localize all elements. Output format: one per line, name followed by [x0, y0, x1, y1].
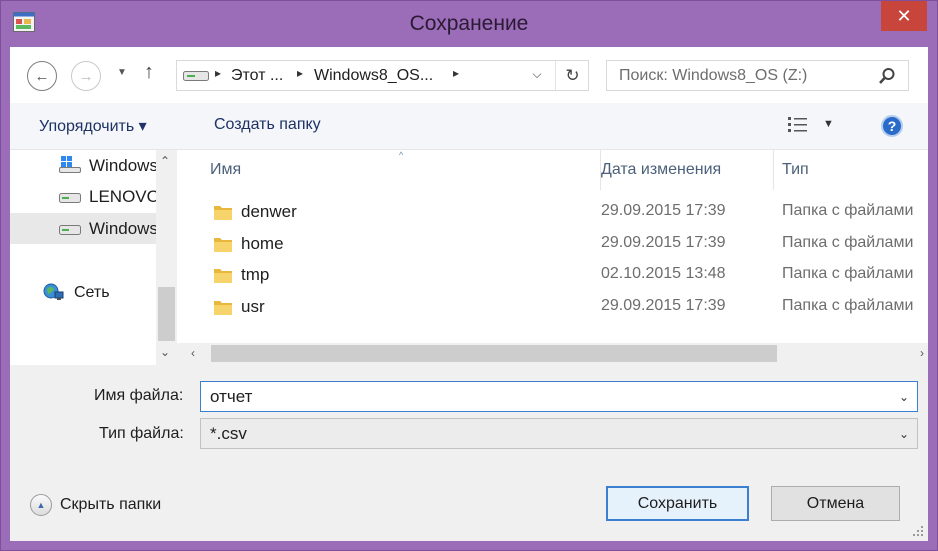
- file-row[interactable]: home 29.09.2015 17:39 Папка с файлами: [177, 229, 928, 260]
- column-header-type[interactable]: Тип: [774, 150, 928, 190]
- folder-icon: [214, 269, 232, 283]
- filetype-select[interactable]: *.csv ⌄: [200, 418, 918, 449]
- file-name: tmp: [241, 265, 270, 284]
- chevron-down-icon[interactable]: ⌄: [899, 390, 909, 404]
- forward-button[interactable]: →: [71, 61, 101, 91]
- file-name: usr: [241, 297, 265, 316]
- file-type: Папка с файлами: [782, 234, 914, 251]
- breadcrumb-drive[interactable]: Windows8_OS...: [314, 67, 433, 85]
- horizontal-scrollbar[interactable]: ‹ ›: [177, 343, 928, 365]
- search-input[interactable]: Поиск: Windows8_OS (Z:): [619, 67, 807, 85]
- file-name: home: [241, 234, 284, 253]
- nav-item-label: LENOVO: [89, 186, 156, 206]
- resize-grip-icon[interactable]: [912, 525, 924, 537]
- scroll-right-arrow[interactable]: ›: [920, 346, 924, 360]
- scroll-down-arrow[interactable]: ⌄: [160, 345, 170, 359]
- file-date: 29.09.2015 17:39: [601, 234, 726, 251]
- file-date: 29.09.2015 17:39: [601, 202, 726, 219]
- search-icon[interactable]: [878, 67, 896, 85]
- nav-item-network[interactable]: Сеть: [10, 277, 156, 308]
- drive-icon: [183, 71, 209, 81]
- address-bar[interactable]: ▸ Этот ... ▸ Windows8_OS... ▸ ⌵ ↻: [176, 60, 589, 91]
- save-button[interactable]: Сохранить: [606, 486, 749, 521]
- file-date: 02.10.2015 13:48: [601, 265, 726, 282]
- address-dropdown[interactable]: ⌵: [527, 67, 547, 82]
- folder-icon: [214, 206, 232, 220]
- save-form: Имя файла: отчет ⌄ Тип файла: *.csv ⌄ ▲ …: [10, 365, 928, 541]
- file-name: denwer: [241, 202, 297, 221]
- column-header-date[interactable]: Дата изменения: [593, 150, 774, 190]
- new-folder-button[interactable]: Создать папку: [214, 116, 321, 134]
- windows-drive-icon: [59, 156, 81, 173]
- search-box[interactable]: Поиск: Windows8_OS (Z:): [606, 60, 909, 91]
- navigation-bar: ← → ▼ ↑ ▸ Этот ... ▸ Windows8_OS... ▸ ⌵ …: [10, 47, 928, 103]
- filetype-value: *.csv: [210, 424, 247, 443]
- cancel-button[interactable]: Отмена: [771, 486, 900, 521]
- chevron-up-icon: ▲: [30, 494, 52, 516]
- dialog-title: Сохранение: [409, 12, 529, 35]
- command-toolbar: Упорядочить ▾ Создать папку ▼ ?: [10, 103, 928, 150]
- file-row[interactable]: denwer 29.09.2015 17:39 Папка с файлами: [177, 197, 928, 228]
- scroll-left-arrow[interactable]: ‹: [191, 346, 195, 360]
- filename-input[interactable]: отчет: [210, 387, 252, 407]
- network-icon: [43, 283, 64, 300]
- nav-item-label: Windows: [89, 218, 156, 238]
- organize-button[interactable]: Упорядочить ▾: [39, 116, 147, 136]
- file-row[interactable]: tmp 02.10.2015 13:48 Папка с файлами: [177, 260, 928, 291]
- chevron-down-icon[interactable]: ⌄: [899, 427, 909, 441]
- hide-folders-toggle[interactable]: ▲ Скрыть папки: [30, 494, 161, 516]
- nav-item-windows8-drive[interactable]: Windows: [10, 213, 156, 244]
- file-type: Папка с файлами: [782, 265, 914, 282]
- dialog-body: ← → ▼ ↑ ▸ Этот ... ▸ Windows8_OS... ▸ ⌵ …: [10, 47, 928, 541]
- breadcrumb-separator[interactable]: ▸: [215, 66, 221, 80]
- nav-item-label: Сеть: [74, 283, 110, 301]
- filename-field[interactable]: отчет ⌄: [200, 381, 918, 412]
- column-header-label: Тип: [782, 161, 809, 178]
- close-button[interactable]: ✕: [881, 1, 927, 31]
- back-button[interactable]: ←: [27, 61, 57, 91]
- nav-item-windows-drive[interactable]: Windows: [10, 150, 156, 181]
- view-options-icon[interactable]: [787, 115, 809, 135]
- recent-locations-dropdown[interactable]: ▼: [117, 67, 127, 78]
- folder-icon: [214, 238, 232, 252]
- file-type: Папка с файлами: [782, 297, 914, 314]
- filename-label: Имя файла:: [94, 387, 184, 404]
- nav-scrollbar[interactable]: ⌃ ⌄: [156, 150, 177, 365]
- breadcrumb-separator[interactable]: ▸: [297, 66, 303, 80]
- file-row[interactable]: usr 29.09.2015 17:39 Папка с файлами: [177, 292, 928, 323]
- scroll-thumb[interactable]: [211, 345, 777, 362]
- drive-icon: [59, 193, 81, 203]
- nav-item-lenovo-drive[interactable]: LENOVO: [10, 181, 156, 212]
- sort-arrow-icon: ^: [399, 150, 404, 160]
- column-header-label: Дата изменения: [601, 161, 722, 178]
- folder-icon: [214, 301, 232, 315]
- breadcrumb-this-pc[interactable]: Этот ...: [231, 67, 283, 85]
- file-list: Имя ^ Дата изменения Тип denwer 29.09.20…: [177, 150, 928, 365]
- hide-folders-label: Скрыть папки: [60, 496, 162, 513]
- title-bar[interactable]: Сохранение ✕: [1, 1, 937, 47]
- column-header-label: Имя: [210, 161, 242, 178]
- drive-icon: [59, 225, 81, 235]
- file-type: Папка с файлами: [782, 202, 914, 219]
- refresh-button[interactable]: ↻: [555, 61, 589, 90]
- view-dropdown[interactable]: ▼: [823, 118, 834, 130]
- file-date: 29.09.2015 17:39: [601, 297, 726, 314]
- scroll-thumb[interactable]: [158, 287, 175, 341]
- navigation-pane: Windows LENOVO Windows Сеть ⌃ ⌄: [10, 150, 177, 365]
- scroll-up-arrow[interactable]: ⌃: [160, 154, 170, 168]
- help-icon[interactable]: ?: [881, 115, 903, 137]
- save-dialog: Сохранение ✕ ← → ▼ ↑ ▸ Этот ... ▸ Window…: [0, 0, 938, 551]
- filetype-label: Тип файла:: [99, 425, 184, 442]
- breadcrumb-separator[interactable]: ▸: [453, 66, 459, 80]
- nav-item-label: Windows: [89, 155, 156, 175]
- up-button[interactable]: ↑: [144, 61, 154, 84]
